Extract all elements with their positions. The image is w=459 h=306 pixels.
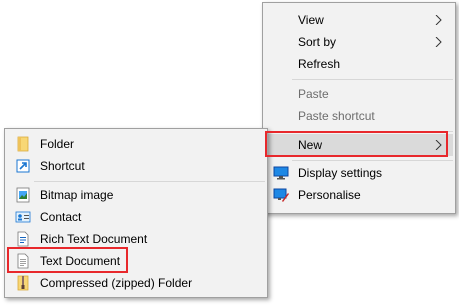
submenu-item-label: Folder	[40, 137, 75, 151]
menu-item-label: Paste	[298, 87, 329, 101]
submenu-item-folder[interactable]: Folder	[7, 133, 265, 155]
menu-item-label: Personalise	[298, 188, 361, 202]
menu-item-personalise[interactable]: Personalise	[265, 184, 453, 206]
display-icon	[273, 166, 289, 180]
rtf-document-icon	[17, 231, 29, 247]
menu-item-paste-shortcut[interactable]: Paste shortcut	[265, 105, 453, 127]
chevron-right-icon	[435, 37, 442, 47]
submenu-item-label: Compressed (zipped) Folder	[40, 276, 193, 290]
menu-item-new[interactable]: New	[265, 134, 453, 156]
submenu-item-shortcut[interactable]: Shortcut	[7, 155, 265, 177]
shortcut-icon	[16, 159, 30, 173]
submenu-item-label: Text Document	[40, 254, 121, 268]
submenu-item-contact[interactable]: Contact	[7, 206, 265, 228]
menu-separator	[34, 181, 265, 182]
desktop-context-menu: View Sort by Refresh Paste Paste shortcu…	[262, 2, 456, 214]
chevron-right-icon	[435, 140, 442, 150]
menu-item-label: Display settings	[298, 166, 383, 180]
menu-separator	[292, 79, 453, 80]
menu-item-label: Refresh	[298, 57, 341, 71]
menu-separator	[292, 160, 453, 161]
submenu-item-text-document[interactable]: Text Document	[7, 250, 265, 272]
menu-item-sort-by[interactable]: Sort by	[265, 31, 453, 53]
menu-item-display-settings[interactable]: Display settings	[265, 162, 453, 184]
submenu-item-bitmap-image[interactable]: Bitmap image	[7, 184, 265, 206]
menu-item-paste[interactable]: Paste	[265, 83, 453, 105]
submenu-item-label: Shortcut	[40, 159, 85, 173]
contact-icon	[15, 211, 31, 223]
submenu-item-compressed-folder[interactable]: Compressed (zipped) Folder	[7, 272, 265, 294]
text-document-icon	[17, 253, 29, 269]
new-submenu: Folder Shortcut Bitmap image Contact Ric…	[4, 128, 268, 298]
submenu-item-label: Rich Text Document	[40, 232, 148, 246]
menu-item-label: Paste shortcut	[298, 109, 375, 123]
menu-item-label: Sort by	[298, 35, 337, 49]
menu-item-label: View	[298, 13, 324, 27]
bitmap-icon	[16, 187, 30, 203]
menu-item-refresh[interactable]: Refresh	[265, 53, 453, 75]
menu-item-view[interactable]: View	[265, 9, 453, 31]
menu-item-label: New	[298, 138, 323, 152]
personalise-icon	[273, 188, 289, 202]
submenu-item-label: Bitmap image	[40, 188, 114, 202]
submenu-item-rich-text-document[interactable]: Rich Text Document	[7, 228, 265, 250]
menu-separator	[292, 131, 453, 132]
chevron-right-icon	[435, 15, 442, 25]
zip-folder-icon	[17, 275, 29, 291]
folder-icon	[17, 136, 29, 152]
submenu-item-label: Contact	[40, 210, 82, 224]
